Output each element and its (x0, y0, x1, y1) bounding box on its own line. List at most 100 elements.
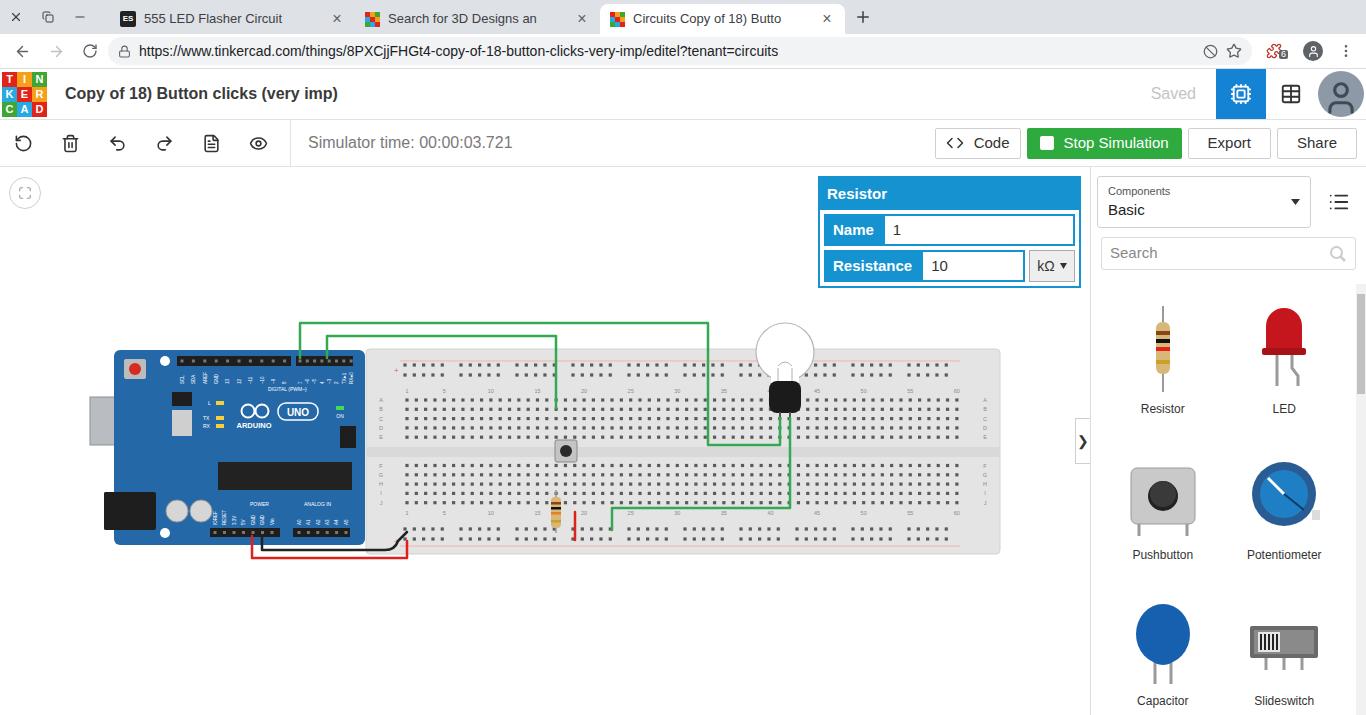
potentiometer-icon (1244, 450, 1324, 540)
analog-pin-label: A0 (297, 519, 302, 525)
toolbar-button[interactable] (0, 134, 47, 153)
visibility-icon (249, 134, 268, 153)
component-tile[interactable]: Capacitor (1102, 594, 1224, 715)
row-letter: J (984, 500, 987, 506)
new-tab-icon[interactable] (854, 8, 872, 26)
arduino-brand: ARDUINO (237, 421, 272, 430)
app-header: TINKERCAD Copy of 18) Button clicks (very… (0, 69, 1366, 120)
tab-title: 555 LED Flasher Circuit (144, 9, 321, 29)
search-icon[interactable] (1329, 245, 1347, 263)
component-tile[interactable]: Resistor (1102, 302, 1224, 448)
component-tile[interactable]: Potentiometer (1224, 448, 1346, 594)
component-tile[interactable]: LED (1224, 302, 1346, 448)
column-number: 10 (488, 510, 494, 516)
user-avatar[interactable] (1318, 71, 1364, 117)
row-letter: B (983, 406, 987, 412)
stop-simulation-button[interactable]: Stop Simulation (1027, 128, 1182, 159)
row-letter: C (379, 416, 383, 422)
view-toggle[interactable] (1216, 69, 1266, 119)
inspector-panel: ResistorName1Resistance10kΩ (818, 176, 1081, 288)
tab-close-button[interactable]: × (819, 11, 835, 27)
component-tile[interactable]: Pushbutton (1102, 448, 1224, 594)
capacitor-icon (1123, 596, 1203, 686)
toolbar: Simulator time: 00:00:03.721CodeStop Sim… (0, 120, 1366, 167)
component-grid: Resistor LED PushbuttonPotentiometerCapaci… (1091, 284, 1356, 715)
url-text[interactable]: https://www.tinkercad.com/things/8PXCjjF… (139, 41, 1195, 62)
forward-icon[interactable] (48, 43, 65, 60)
scrollbar[interactable] (1356, 284, 1366, 715)
collapse-panel-button[interactable]: ❯ (1075, 418, 1090, 464)
reload-icon[interactable] (82, 43, 98, 59)
digital-pin-label: SDA (191, 375, 196, 384)
profile-icon[interactable] (1303, 41, 1323, 61)
tab-close-button[interactable]: × (574, 11, 590, 27)
arduino-uno[interactable]: ARDUINOUNOONLTXRXDIGITAL (PWM~)POWERANAL… (90, 350, 365, 545)
resistor[interactable] (551, 490, 561, 533)
pushbutton-icon (1123, 450, 1203, 540)
row-letter: F (379, 463, 383, 469)
search-input[interactable] (1110, 242, 1329, 265)
column-number: 20 (581, 510, 587, 516)
site-favicon-icon: ES (120, 11, 136, 27)
menu-icon[interactable] (1338, 43, 1354, 59)
toolbar-button[interactable] (235, 134, 282, 153)
pushbutton[interactable] (555, 440, 577, 462)
toolbar-button[interactable] (94, 134, 141, 153)
browser-tab[interactable]: Circuits Copy of 18) Butto× (600, 4, 845, 34)
digital-pin-label: 2 (334, 381, 339, 384)
toolbar-button[interactable] (188, 134, 235, 153)
restore-window-icon[interactable] (42, 11, 54, 23)
analog-pin-label: A2 (316, 519, 321, 525)
blocked-content-icon[interactable] (1203, 44, 1218, 59)
back-icon[interactable] (14, 43, 31, 60)
bookmark-star-icon[interactable] (1226, 43, 1242, 59)
scrollbar-thumb[interactable] (1357, 294, 1365, 394)
save-status: Saved (1151, 82, 1196, 106)
toolbar-button[interactable] (47, 134, 94, 153)
light-bulb[interactable] (756, 323, 814, 420)
minimize-window-icon[interactable] (73, 10, 87, 24)
digital-pin-label: 13 (225, 378, 230, 384)
led-icon (1244, 304, 1324, 394)
omnibox[interactable]: https://www.tinkercad.com/things/8PXCjjF… (108, 37, 1252, 65)
slideswitch-icon (1244, 596, 1324, 686)
field-input[interactable]: 1 (883, 214, 1075, 246)
stop-icon (1040, 136, 1054, 150)
browser-window: ES555 LED Flasher Circuit×Search for 3D … (0, 0, 1366, 715)
column-number: 50 (861, 510, 867, 516)
field-label: Name (824, 214, 883, 246)
row-letter: B (379, 406, 383, 412)
component-tile[interactable]: Slideswitch (1224, 594, 1346, 715)
extension-button[interactable]: 6 (1254, 43, 1294, 59)
tab-close-button[interactable]: × (329, 11, 345, 27)
unit-select[interactable]: kΩ (1029, 250, 1075, 282)
component-label: LED (1273, 400, 1296, 418)
field-input[interactable]: 10 (921, 250, 1025, 282)
select-label: Components (1108, 183, 1291, 200)
fit-view-button[interactable] (9, 177, 41, 209)
toolbar-text-button[interactable]: Export (1188, 128, 1271, 159)
power-pin-label: GND (251, 514, 256, 525)
breadboard[interactable]: ++11551010151520202525303035354040454550… (366, 349, 1000, 554)
close-window-icon[interactable] (9, 10, 23, 24)
code-button[interactable]: Code (935, 128, 1021, 159)
row-letter: H (379, 481, 383, 487)
row-letter: J (380, 500, 383, 506)
toolbar-text-button[interactable]: Share (1277, 128, 1357, 159)
row-letter: E (379, 434, 383, 440)
browser-tab[interactable]: ES 555 LED Flasher Circuit × (110, 4, 355, 34)
list-view-icon[interactable] (1328, 191, 1350, 213)
power-pin-label: 5V (241, 519, 246, 525)
design-title[interactable]: Copy of 18) Button clicks (very imp) (65, 82, 338, 106)
workplane[interactable]: ++11551010151520202525303035354040454550… (0, 167, 1090, 715)
delete-icon (61, 134, 80, 153)
components-select[interactable]: ComponentsBasic (1097, 176, 1311, 228)
column-number: 20 (581, 388, 587, 394)
browser-tab[interactable]: Search for 3D Designs an× (355, 4, 600, 34)
view-toggle[interactable] (1266, 69, 1316, 119)
toolbar-button[interactable] (141, 134, 188, 153)
digital-pin-label: ~3 (327, 378, 332, 384)
wires[interactable] (252, 323, 790, 558)
digital-heading: DIGITAL (PWM~) (268, 386, 307, 392)
tinkercad-logo[interactable]: TINKERCAD (2, 72, 47, 117)
